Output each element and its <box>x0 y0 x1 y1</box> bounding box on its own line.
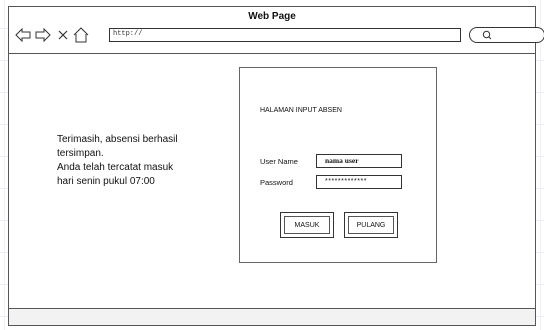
status-bar <box>9 308 535 325</box>
pulang-button[interactable]: PULANG <box>344 212 398 238</box>
form-title: HALAMAN INPUT ABSEN <box>260 107 342 114</box>
arrow-right-icon[interactable] <box>35 27 51 43</box>
search-box[interactable] <box>469 27 544 43</box>
attendance-form: HALAMAN INPUT ABSEN User Name nama user … <box>239 67 437 263</box>
arrow-left-icon[interactable] <box>15 27 31 43</box>
message-line: tersimpan. <box>57 148 104 159</box>
close-icon[interactable] <box>55 27 71 43</box>
window-title: Web Page <box>248 11 296 22</box>
home-icon[interactable] <box>73 27 89 43</box>
pulang-label: PULANG <box>356 221 386 229</box>
message-line: Terimasih, absensi berhasil <box>57 134 178 145</box>
browser-toolbar: Web Page http:// <box>9 7 544 54</box>
masuk-label: MASUK <box>294 221 320 229</box>
browser-window: Web Page http:// Terimasih, absensi berh… <box>8 6 544 326</box>
message-line: hari senin pukul 07:00 <box>57 176 155 187</box>
search-icon[interactable] <box>482 30 492 40</box>
password-input[interactable]: ************* <box>316 175 402 189</box>
username-label: User Name <box>260 157 298 166</box>
address-bar[interactable]: http:// <box>109 28 461 42</box>
password-label: Password <box>260 178 293 187</box>
username-input[interactable]: nama user <box>316 154 402 168</box>
success-message: Terimasih, absensi berhasil tersimpan. A… <box>57 133 217 189</box>
masuk-button[interactable]: MASUK <box>280 212 334 238</box>
address-text: http:// <box>113 30 143 38</box>
message-line: Anda telah tercatat masuk <box>57 162 174 173</box>
